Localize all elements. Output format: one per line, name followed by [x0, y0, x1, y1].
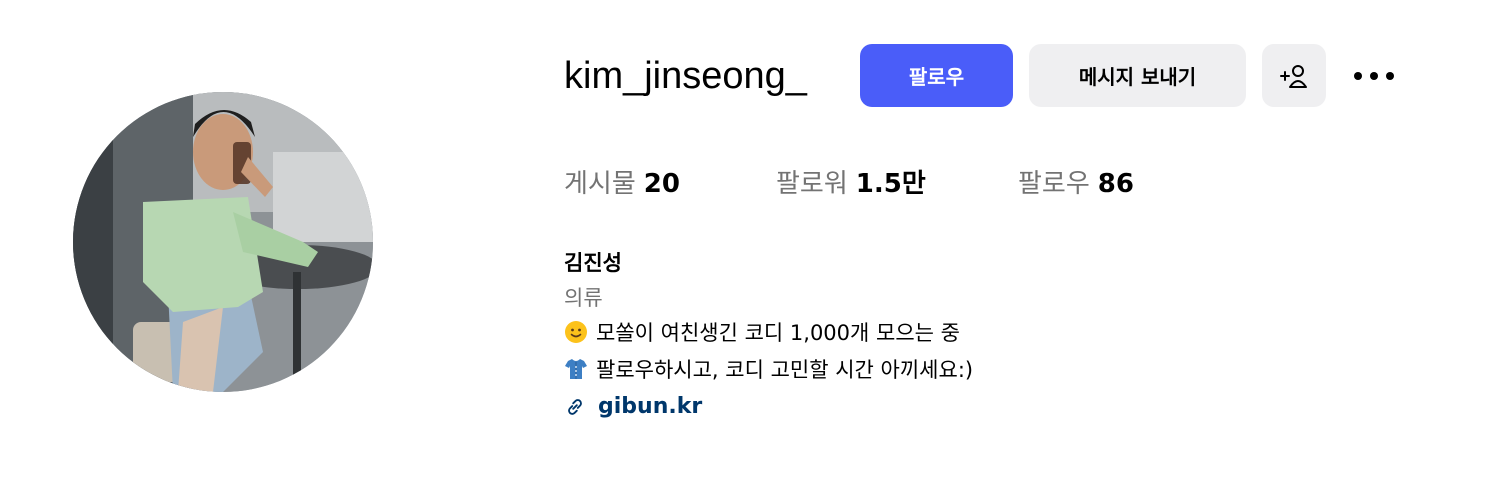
bio-line-1: 모쏠이 여친생긴 코디 1,000개 모으는 중 — [564, 318, 960, 348]
add-user-icon — [1280, 64, 1307, 88]
more-options-button[interactable] — [1350, 60, 1398, 92]
profile-avatar[interactable] — [73, 92, 373, 392]
stat-posts-count: 20 — [643, 169, 680, 199]
stat-followers-count: 1.5만 — [855, 169, 926, 199]
follow-button[interactable]: 팔로우 — [860, 44, 1013, 107]
profile-category: 의류 — [564, 286, 603, 310]
stat-posts-label: 게시물 — [564, 169, 636, 199]
slightly-smiling-face-icon — [565, 321, 587, 343]
stat-followers[interactable]: 팔로워 1.5만 — [776, 166, 926, 202]
stat-following-label: 팔로우 — [1018, 169, 1090, 199]
stat-followers-label: 팔로워 — [776, 169, 848, 199]
profile-full-name: 김진성 — [564, 251, 622, 275]
bio-link-text[interactable]: gibun.kr — [598, 392, 702, 422]
stat-following[interactable]: 팔로우 86 — [1018, 166, 1134, 202]
message-button-label: 메시지 보내기 — [1078, 65, 1197, 89]
bio-link[interactable]: gibun.kr — [564, 392, 702, 422]
profile-photo — [73, 92, 373, 392]
more-options-icon — [1354, 72, 1394, 80]
follow-button-label: 팔로우 — [908, 65, 965, 89]
link-icon — [568, 399, 582, 415]
message-button[interactable]: 메시지 보내기 — [1029, 44, 1246, 107]
bio-line-1-text: 모쏠이 여친생긴 코디 1,000개 모으는 중 — [596, 321, 960, 345]
bio-line-2: 팔로우하시고, 코디 고민할 시간 아끼세요:) — [564, 355, 973, 385]
profile-username: kim_jinseong_ — [564, 55, 807, 97]
suggested-accounts-button[interactable] — [1262, 44, 1326, 107]
bio-line-2-text: 팔로우하시고, 코디 고민할 시간 아끼세요:) — [596, 358, 974, 382]
t-shirt-icon — [565, 359, 587, 379]
stat-following-count: 86 — [1097, 169, 1134, 199]
stat-posts: 게시물 20 — [564, 166, 680, 202]
